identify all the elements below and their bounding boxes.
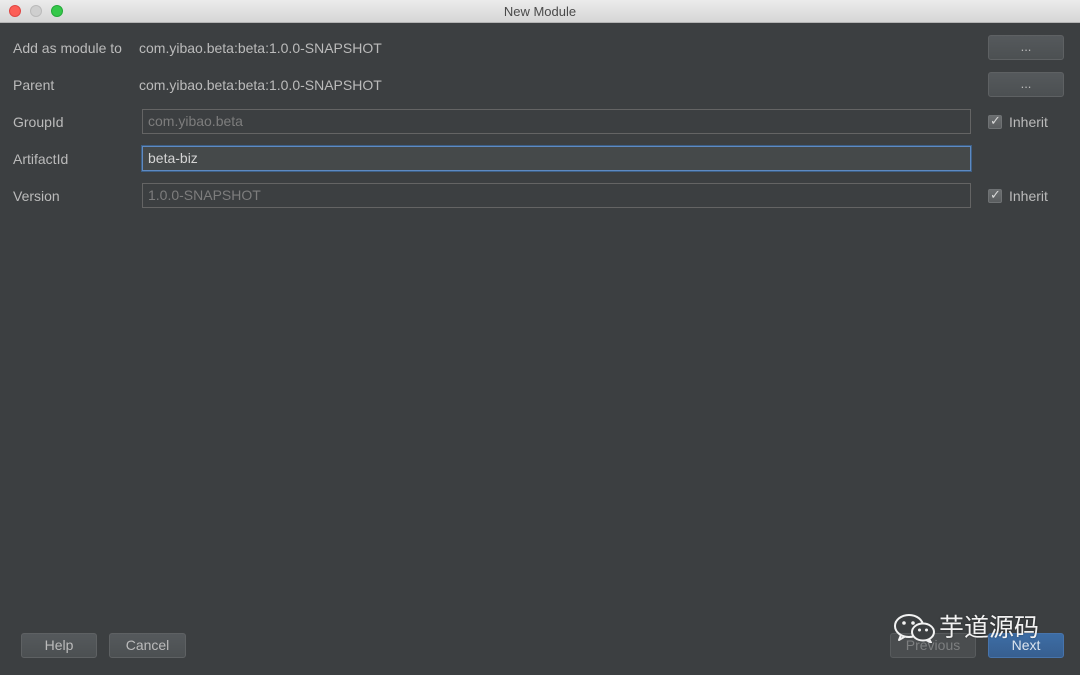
checkmark-icon: ✓ — [990, 113, 1001, 128]
cancel-button[interactable]: Cancel — [109, 633, 186, 658]
group-id-field[interactable]: com.yibao.beta — [142, 109, 971, 134]
parent-value: com.yibao.beta:beta:1.0.0-SNAPSHOT — [139, 77, 382, 93]
add-as-module-to-browse-button[interactable]: ... — [988, 35, 1064, 60]
group-id-label: GroupId — [13, 114, 64, 130]
watermark-text: 芋道源码 — [939, 613, 1040, 642]
group-id-inherit-checkbox[interactable]: ✓ — [988, 113, 1002, 129]
artifact-id-field[interactable]: beta-biz — [142, 146, 971, 171]
version-inherit-label: Inherit — [1009, 188, 1048, 204]
checkmark-icon: ✓ — [990, 187, 1001, 202]
help-button[interactable]: Help — [21, 633, 97, 658]
version-label: Version — [13, 188, 60, 204]
version-field[interactable]: 1.0.0-SNAPSHOT — [142, 183, 971, 208]
parent-browse-button[interactable]: ... — [988, 72, 1064, 97]
add-as-module-to-value: com.yibao.beta:beta:1.0.0-SNAPSHOT — [139, 40, 382, 56]
artifact-id-label: ArtifactId — [13, 151, 69, 167]
add-as-module-to-label: Add as module to — [13, 40, 122, 56]
new-module-dialog: New Module Add as module to com.yibao.be… — [0, 0, 1080, 675]
parent-label: Parent — [13, 77, 55, 93]
wechat-icon — [894, 614, 935, 643]
version-inherit-checkbox[interactable]: ✓ — [988, 187, 1002, 203]
window-title: New Module — [503, 4, 577, 19]
title-bar: New Module — [0, 0, 1080, 23]
group-id-inherit-label: Inherit — [1009, 114, 1048, 130]
